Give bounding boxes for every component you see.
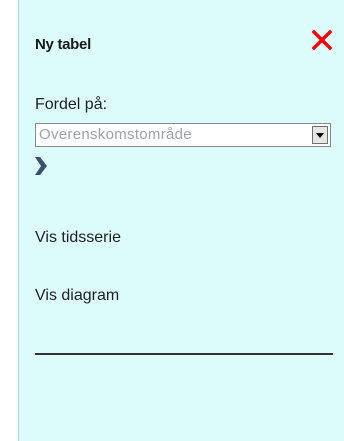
dropdown-arrow-icon — [316, 133, 324, 138]
close-button[interactable] — [310, 28, 334, 52]
dropdown-button[interactable] — [312, 126, 328, 144]
distribute-by-select[interactable]: Overenskomstområde — [35, 123, 331, 147]
panel-title: Ny tabel — [35, 36, 91, 53]
divider — [35, 353, 333, 355]
close-icon — [311, 29, 333, 51]
show-diagram-link[interactable]: Vis diagram — [35, 287, 119, 305]
new-table-panel: Ny tabel Fordel på: Overenskomstområde V… — [18, 0, 344, 441]
select-value: Overenskomstområde — [39, 126, 192, 143]
show-time-series-link[interactable]: Vis tidsserie — [35, 229, 121, 247]
apply-button[interactable] — [35, 156, 47, 176]
distribute-by-label: Fordel på: — [35, 96, 108, 113]
chevron-right-icon — [35, 157, 47, 175]
